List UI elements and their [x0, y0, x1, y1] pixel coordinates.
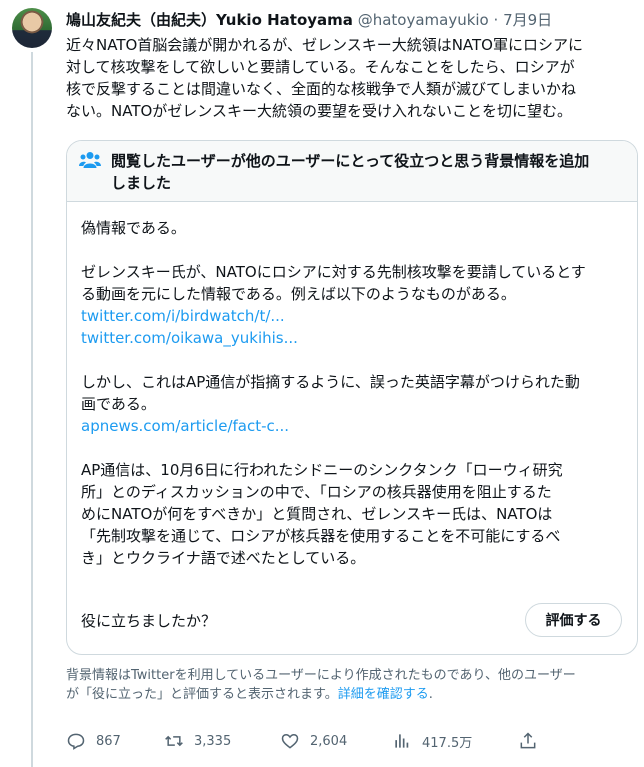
action-bar: 867 3,335 2,604 417.5万: [66, 728, 566, 754]
community-note: 閲覧したユーザーが他のユーザーにとって役立つと思う背景情報を追加 しました 偽情…: [66, 140, 638, 655]
views-icon: [395, 734, 409, 748]
reply-button[interactable]: 867: [66, 728, 121, 754]
note-link[interactable]: apnews.com/article/fact-c...: [81, 415, 626, 437]
reply-count: 867: [96, 733, 121, 749]
note-paragraph: AP通信は、10月6日に行われたシドニーのシンクタンク「ローウィ研究 所」とのデ…: [81, 461, 563, 567]
note-title: 閲覧したユーザーが他のユーザーにとって役立つと思う背景情報を追加 しました: [111, 152, 590, 192]
like-icon: [281, 733, 299, 749]
note-body: 偽情報である。 ゼレンスキー氏が、NATOにロシアに対する先制核攻撃を要請してい…: [81, 217, 626, 591]
tweet-text: 近々NATO首脳会議が開かれるが、ゼレンスキー大統領はNATO軍にロシアに 対し…: [66, 36, 583, 120]
tweet-date[interactable]: 7月9日: [503, 11, 552, 29]
rate-button[interactable]: 評価する: [525, 603, 622, 637]
learn-more-link[interactable]: 詳細を確認する: [338, 687, 429, 702]
retweet-count: 3,335: [194, 733, 232, 749]
people-icon: [79, 152, 101, 168]
avatar[interactable]: [12, 8, 52, 48]
helpful-question: 役に立ちましたか？: [81, 612, 217, 630]
separator: ·: [493, 11, 499, 29]
author-handle[interactable]: @hatoyamayukio: [358, 11, 489, 29]
thread-line: [31, 52, 33, 767]
retweet-icon: [165, 735, 183, 747]
note-paragraph-text: ゼレンスキー氏が、NATOにロシアに対する先制核攻撃を要請しているとす る動画を…: [81, 263, 586, 303]
note-link[interactable]: twitter.com/i/birdwatch/t/...: [81, 305, 626, 327]
share-button[interactable]: [518, 728, 548, 754]
note-paragraph: 偽情報である。: [81, 219, 186, 237]
share-icon: [520, 732, 536, 749]
note-link[interactable]: twitter.com/oikawa_yukihis...: [81, 327, 626, 349]
note-paragraph: ゼレンスキー氏が、NATOにロシアに対する先制核攻撃を要請しているとす る動画を…: [81, 261, 626, 349]
note-paragraph: しかし、これはAP通信が指摘するように、誤った英語字幕がつけられた動 画である。…: [81, 371, 626, 437]
note-paragraph-text: しかし、これはAP通信が指摘するように、誤った英語字幕がつけられた動 画である。: [81, 373, 580, 413]
note-header: 閲覧したユーザーが他のユーザーにとって役立つと思う背景情報を追加 しました: [67, 141, 637, 202]
views-count: 417.5万: [422, 735, 473, 751]
like-count: 2,604: [310, 733, 348, 749]
disclaimer-text: 背景情報はTwitterを利用しているユーザーにより作成されたものであり、他のユ…: [66, 668, 576, 702]
reply-icon: [67, 733, 85, 750]
tweet-header: 鳩山友紀夫（由紀夫）Yukio Hatoyama @hatoyamayukio …: [66, 10, 552, 30]
note-disclaimer: 背景情報はTwitterを利用しているユーザーにより作成されたものであり、他のユ…: [66, 668, 576, 702]
like-button[interactable]: 2,604: [280, 728, 347, 754]
retweet-button[interactable]: 3,335: [164, 728, 231, 754]
author-name[interactable]: 鳩山友紀夫（由紀夫）Yukio Hatoyama: [66, 11, 353, 29]
views-button[interactable]: 417.5万: [392, 728, 472, 754]
